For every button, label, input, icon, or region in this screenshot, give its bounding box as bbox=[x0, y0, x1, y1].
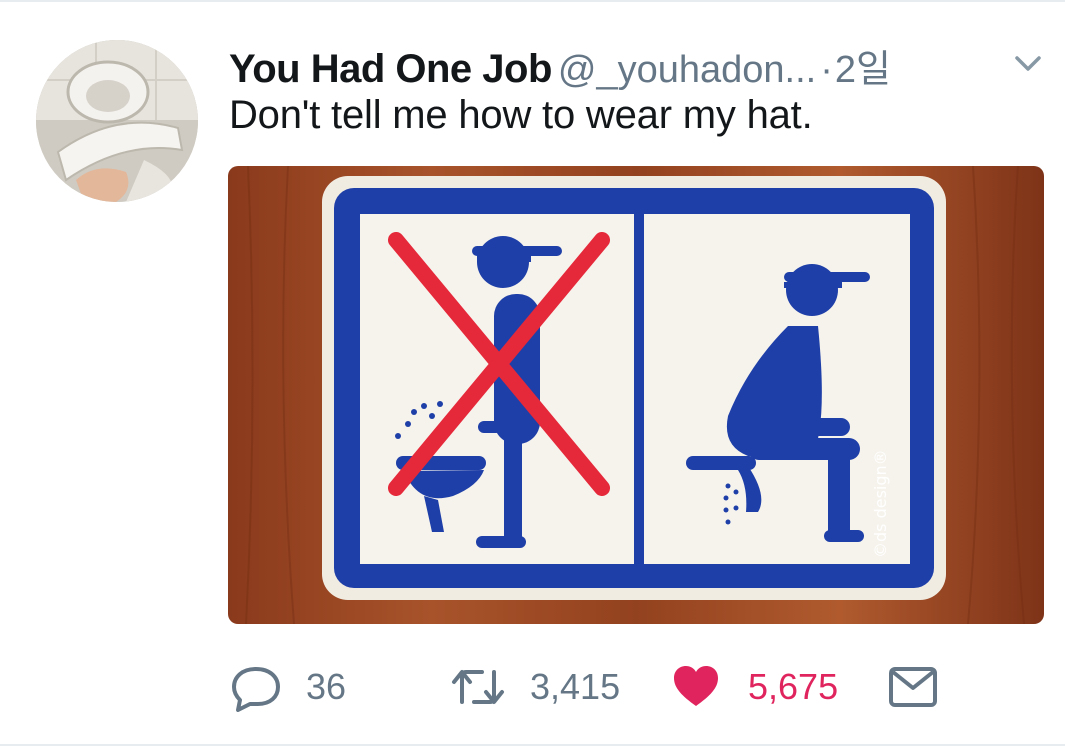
retweet-button[interactable]: 3,415 bbox=[450, 662, 620, 712]
bottom-divider bbox=[0, 744, 1065, 746]
avatar[interactable] bbox=[36, 40, 198, 202]
reply-count: 36 bbox=[306, 666, 347, 707]
envelope-icon bbox=[889, 667, 937, 707]
chevron-down-icon[interactable] bbox=[1011, 50, 1045, 76]
timestamp[interactable]: 2일 bbox=[835, 49, 891, 91]
retweet-icon bbox=[452, 670, 504, 704]
retweet-count: 3,415 bbox=[530, 666, 621, 707]
direct-message-button[interactable] bbox=[888, 662, 938, 712]
separator-dot: · bbox=[820, 49, 833, 91]
tweet-text: Don't tell me how to wear my hat. bbox=[229, 93, 813, 137]
top-divider bbox=[0, 0, 1065, 2]
tweet-media-image[interactable]: ©ds design® bbox=[228, 166, 1044, 624]
sign-watermark: ©ds design® bbox=[871, 449, 890, 558]
display-name[interactable]: You Had One Job bbox=[229, 47, 552, 91]
avatar-icon bbox=[36, 40, 198, 202]
reply-button[interactable]: 36 bbox=[230, 662, 346, 712]
user-handle[interactable]: @_youhadon... bbox=[558, 49, 816, 91]
tweet-header: You Had One Job @_youhadon... ·2일 bbox=[229, 38, 1049, 91]
reply-icon bbox=[232, 667, 280, 712]
like-count: 5,675 bbox=[748, 666, 839, 707]
like-button[interactable]: 5,675 bbox=[672, 662, 838, 712]
heart-icon bbox=[674, 666, 718, 706]
